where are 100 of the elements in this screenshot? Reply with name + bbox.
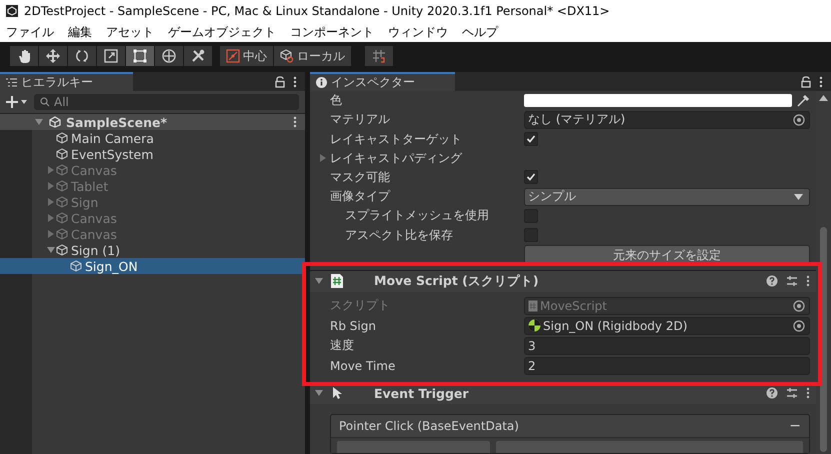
tool-button[interactable] (10, 46, 38, 66)
remove-event-button[interactable]: − (789, 418, 801, 434)
window-title: 2DTestProject - SampleScene - PC, Mac & Linux Standalone - Unity 2020.3.1f1 Personal* <DX11> (24, 4, 610, 18)
list-icon (6, 78, 17, 87)
expanded-arrow-icon[interactable] (46, 245, 56, 255)
scroll-up-arrow-icon[interactable] (819, 95, 828, 101)
tool-button[interactable] (126, 46, 154, 66)
property-label: スクリプト (329, 297, 391, 314)
add-button[interactable] (6, 95, 28, 109)
object-field[interactable]: Sign_ON (Rigidbody 2D) (524, 316, 810, 335)
rigidbody-icon (528, 319, 541, 332)
tool-button[interactable] (97, 46, 125, 66)
object-picker-icon[interactable] (793, 114, 805, 126)
property-label: スプライトメッシュを使用 (344, 207, 490, 224)
checkbox[interactable] (524, 170, 538, 184)
tool-button[interactable] (39, 46, 67, 66)
grid-snap-button[interactable] (365, 46, 393, 66)
number-field[interactable]: 2 (524, 356, 810, 375)
script-file-icon (528, 300, 538, 312)
move-arrows-icon (45, 48, 61, 64)
search-icon (40, 97, 50, 107)
cube-icon (56, 132, 68, 144)
preset-sliders-icon[interactable] (786, 275, 798, 288)
menu-item[interactable]: アセット (106, 24, 154, 40)
object-picker-icon[interactable] (793, 320, 805, 332)
hierarchy-item[interactable]: Sign (1) (0, 242, 305, 258)
scene-item[interactable]: SampleScene* (0, 114, 305, 130)
object-field[interactable]: なし (マテリアル) (524, 110, 810, 129)
eyedropper-icon[interactable] (796, 94, 810, 108)
set-native-size-button[interactable]: 元来のサイズを設定 (524, 244, 810, 264)
lock-icon[interactable] (275, 76, 285, 88)
cube-icon (56, 228, 68, 240)
property-label: 色 (329, 92, 343, 110)
pivot-button[interactable]: 中心 (220, 46, 273, 66)
hand-icon (16, 48, 32, 64)
tool-button[interactable] (184, 46, 212, 66)
property-label: Move Time (329, 358, 396, 373)
menu-item[interactable]: ウィンドウ (388, 24, 448, 40)
more-options-icon[interactable] (806, 387, 810, 400)
expanded-arrow-icon[interactable] (314, 388, 324, 398)
expanded-arrow-icon[interactable] (34, 117, 44, 127)
cube-icon (56, 196, 68, 208)
help-icon[interactable] (766, 275, 778, 288)
more-options-icon[interactable] (293, 116, 297, 128)
inspector-tab[interactable]: インスペクター (310, 72, 455, 91)
menu-item[interactable]: コンポーネント (290, 24, 374, 40)
caret-icon (794, 194, 803, 200)
checkmark-icon (526, 134, 536, 144)
expanded-arrow-icon[interactable] (314, 276, 324, 286)
event-name: Pointer Click (BaseEventData) (339, 419, 519, 434)
menu-item[interactable]: ゲームオブジェクト (168, 24, 276, 40)
hierarchy-item[interactable]: Main Camera (0, 130, 305, 146)
pivot-center-icon (226, 49, 240, 63)
number-field[interactable]: 3 (524, 336, 810, 355)
rect-tool-icon (132, 48, 148, 64)
cube-icon (56, 244, 68, 256)
cube-icon (56, 212, 68, 224)
more-options-icon[interactable] (806, 275, 810, 288)
property-label: 速度 (329, 337, 355, 354)
color-field[interactable] (524, 94, 792, 108)
lock-icon[interactable] (801, 76, 811, 88)
preset-sliders-icon[interactable] (786, 387, 798, 400)
tools-icon (190, 48, 206, 64)
scale-icon (103, 48, 119, 64)
app-logo-icon (6, 5, 18, 17)
tool-button[interactable] (68, 46, 96, 66)
foldout[interactable]: レイキャストパディング (316, 150, 462, 167)
pivot-button[interactable]: ローカル (274, 46, 351, 66)
more-options-icon[interactable] (819, 76, 823, 88)
dropdown[interactable]: シンプル (524, 188, 810, 206)
menu-item[interactable]: ファイル (6, 24, 54, 40)
cube-icon (56, 164, 68, 176)
script-file-icon (330, 273, 344, 290)
checkbox[interactable] (524, 132, 538, 146)
more-options-icon[interactable] (293, 76, 297, 88)
grid-snap-icon (372, 49, 386, 63)
local-cube-icon (280, 49, 294, 63)
property-label: 画像タイプ (329, 188, 392, 206)
hierarchy-item[interactable]: Sign_ON (0, 258, 305, 274)
property-label: レイキャストターゲット (329, 130, 463, 148)
property-label: Rb Sign (329, 318, 377, 333)
info-icon (316, 77, 327, 88)
object-picker-icon[interactable] (793, 300, 805, 312)
help-icon[interactable] (766, 387, 778, 400)
transform-icon (161, 48, 177, 64)
menu-item[interactable]: ヘルプ (462, 24, 498, 40)
tool-button[interactable] (155, 46, 183, 66)
property-label: マテリアル (329, 111, 391, 128)
unity-logo-icon (48, 116, 62, 128)
property-label: アスペクト比を保存 (344, 226, 454, 244)
pointer-icon (330, 385, 344, 402)
menu-item[interactable]: 編集 (68, 24, 92, 40)
search-field[interactable]: All (34, 94, 299, 110)
plus-dropdown-icon (6, 95, 28, 109)
hierarchy-item[interactable]: EventSystem (0, 146, 305, 162)
cube-icon (56, 148, 68, 160)
hierarchy-tab[interactable]: ヒエラルキー (0, 72, 133, 91)
component-header[interactable]: Move Script (スクリプト) (310, 270, 816, 292)
property-label: マスク可能 (329, 168, 391, 186)
cube-icon (70, 260, 82, 272)
